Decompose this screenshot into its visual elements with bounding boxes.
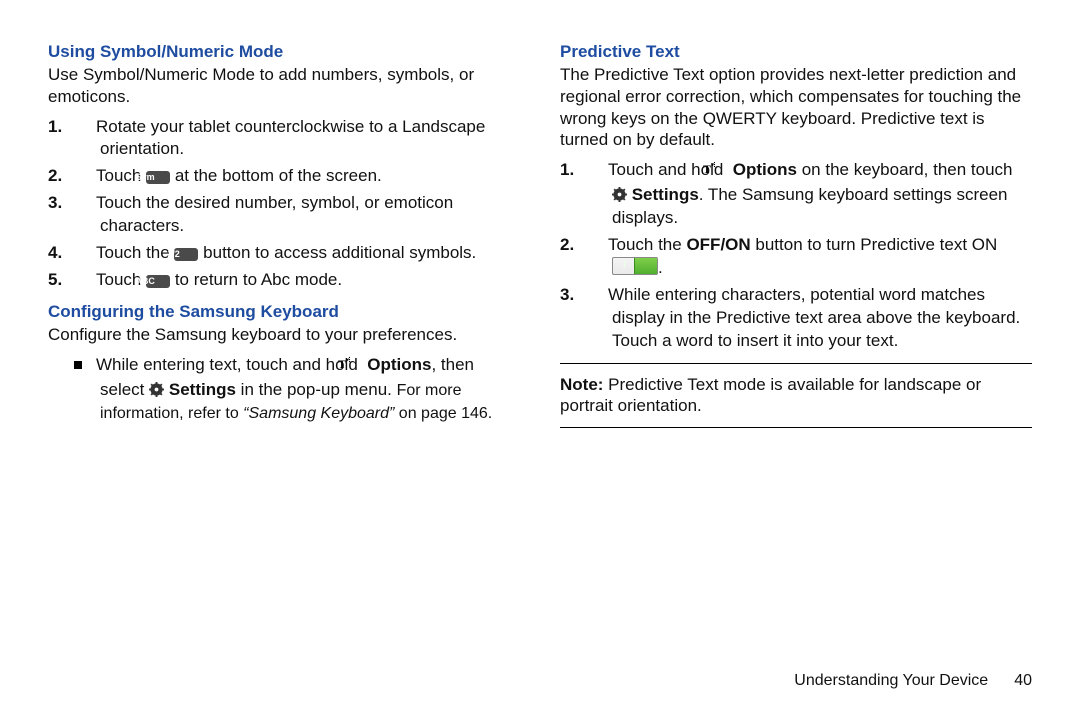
- step-4: 4.Touch the 1/2 button to access additio…: [74, 242, 520, 265]
- page-number: 40: [1014, 672, 1032, 690]
- heading-symbol-mode: Using Symbol/Numeric Mode: [48, 42, 520, 62]
- note-paragraph: Note: Predictive Text mode is available …: [560, 374, 1032, 418]
- bullet-configuring: While entering text, touch and hold T Op…: [74, 354, 520, 425]
- step-number: 2.: [586, 234, 608, 257]
- divider: [560, 427, 1032, 428]
- options-label: Options: [363, 355, 432, 374]
- step-text-c: .: [658, 258, 663, 277]
- step-3: 3.Touch the desired number, symbol, or e…: [74, 192, 520, 238]
- abc-key-icon: ABC: [146, 275, 170, 288]
- intro-predictive: The Predictive Text option provides next…: [560, 64, 1032, 151]
- more-info-b: on page 146.: [394, 405, 492, 422]
- left-column: Using Symbol/Numeric Mode Use Symbol/Num…: [48, 34, 520, 666]
- divider: [560, 363, 1032, 364]
- step-text: Touch the desired number, symbol, or emo…: [96, 193, 453, 235]
- steps-predictive: 1.Touch and hold T Options on the keyboa…: [586, 159, 1032, 353]
- sym-key-icon: Sym: [146, 171, 170, 184]
- options-label: Options: [728, 160, 797, 179]
- step-text-a: Touch the: [608, 235, 686, 254]
- svg-text:T: T: [338, 357, 346, 371]
- bullet-item: While entering text, touch and hold T Op…: [74, 354, 520, 425]
- note-text: Predictive Text mode is available for la…: [560, 375, 981, 416]
- bullet-text-c: in the pop-up menu.: [236, 380, 397, 399]
- step-number: 3.: [74, 192, 96, 215]
- footer-section: Understanding Your Device: [794, 672, 988, 690]
- step-text: Rotate your tablet counterclockwise to a…: [96, 117, 485, 159]
- step-1: 1.Touch and hold T Options on the keyboa…: [586, 159, 1032, 230]
- one-two-key-icon: 1/2: [174, 248, 198, 261]
- step-number: 2.: [74, 165, 96, 188]
- svg-text:T: T: [703, 162, 711, 176]
- settings-label: Settings: [627, 185, 699, 204]
- step-text-b: to return to Abc mode.: [170, 270, 342, 289]
- step-number: 5.: [74, 269, 96, 292]
- step-text-b: on the keyboard, then touch: [797, 160, 1013, 179]
- step-2: 2.Touch Sym at the bottom of the screen.: [74, 165, 520, 188]
- step-text-b: at the bottom of the screen.: [170, 166, 382, 185]
- steps-symbol-mode: 1.Rotate your tablet counterclockwise to…: [74, 116, 520, 293]
- intro-symbol-mode: Use Symbol/Numeric Mode to add numbers, …: [48, 64, 520, 108]
- settings-label: Settings: [164, 380, 236, 399]
- step-5: 5.Touch ABC to return to Abc mode.: [74, 269, 520, 292]
- two-column-layout: Using Symbol/Numeric Mode Use Symbol/Num…: [48, 34, 1032, 666]
- note-label: Note:: [560, 375, 603, 394]
- gear-icon: [149, 382, 164, 397]
- step-text: While entering characters, potential wor…: [608, 285, 1020, 350]
- step-number: 1.: [586, 159, 608, 182]
- offon-label: OFF/ON: [686, 235, 750, 254]
- step-number: 1.: [74, 116, 96, 139]
- reference-link: “Samsung Keyboard”: [243, 405, 394, 422]
- step-2: 2.Touch the OFF/ON button to turn Predic…: [586, 234, 1032, 280]
- intro-configuring: Configure the Samsung keyboard to your p…: [48, 324, 520, 346]
- bullet-square-icon: [74, 361, 82, 369]
- heading-configuring: Configuring the Samsung Keyboard: [48, 302, 520, 322]
- step-text-a: Touch the: [96, 243, 174, 262]
- toggle-on-icon: [612, 257, 658, 275]
- page-footer: Understanding Your Device 40: [48, 672, 1032, 690]
- manual-page: Using Symbol/Numeric Mode Use Symbol/Num…: [0, 0, 1080, 720]
- step-number: 3.: [586, 284, 608, 307]
- gear-icon: [612, 187, 627, 202]
- step-number: 4.: [74, 242, 96, 265]
- bullet-text-a: While entering text, touch and hold: [96, 355, 363, 374]
- step-text-b: button to access additional symbols.: [198, 243, 476, 262]
- step-text-b: button to turn Predictive text ON: [751, 235, 998, 254]
- heading-predictive: Predictive Text: [560, 42, 1032, 62]
- step-1: 1.Rotate your tablet counterclockwise to…: [74, 116, 520, 162]
- right-column: Predictive Text The Predictive Text opti…: [560, 34, 1032, 666]
- step-3: 3.While entering characters, potential w…: [586, 284, 1032, 353]
